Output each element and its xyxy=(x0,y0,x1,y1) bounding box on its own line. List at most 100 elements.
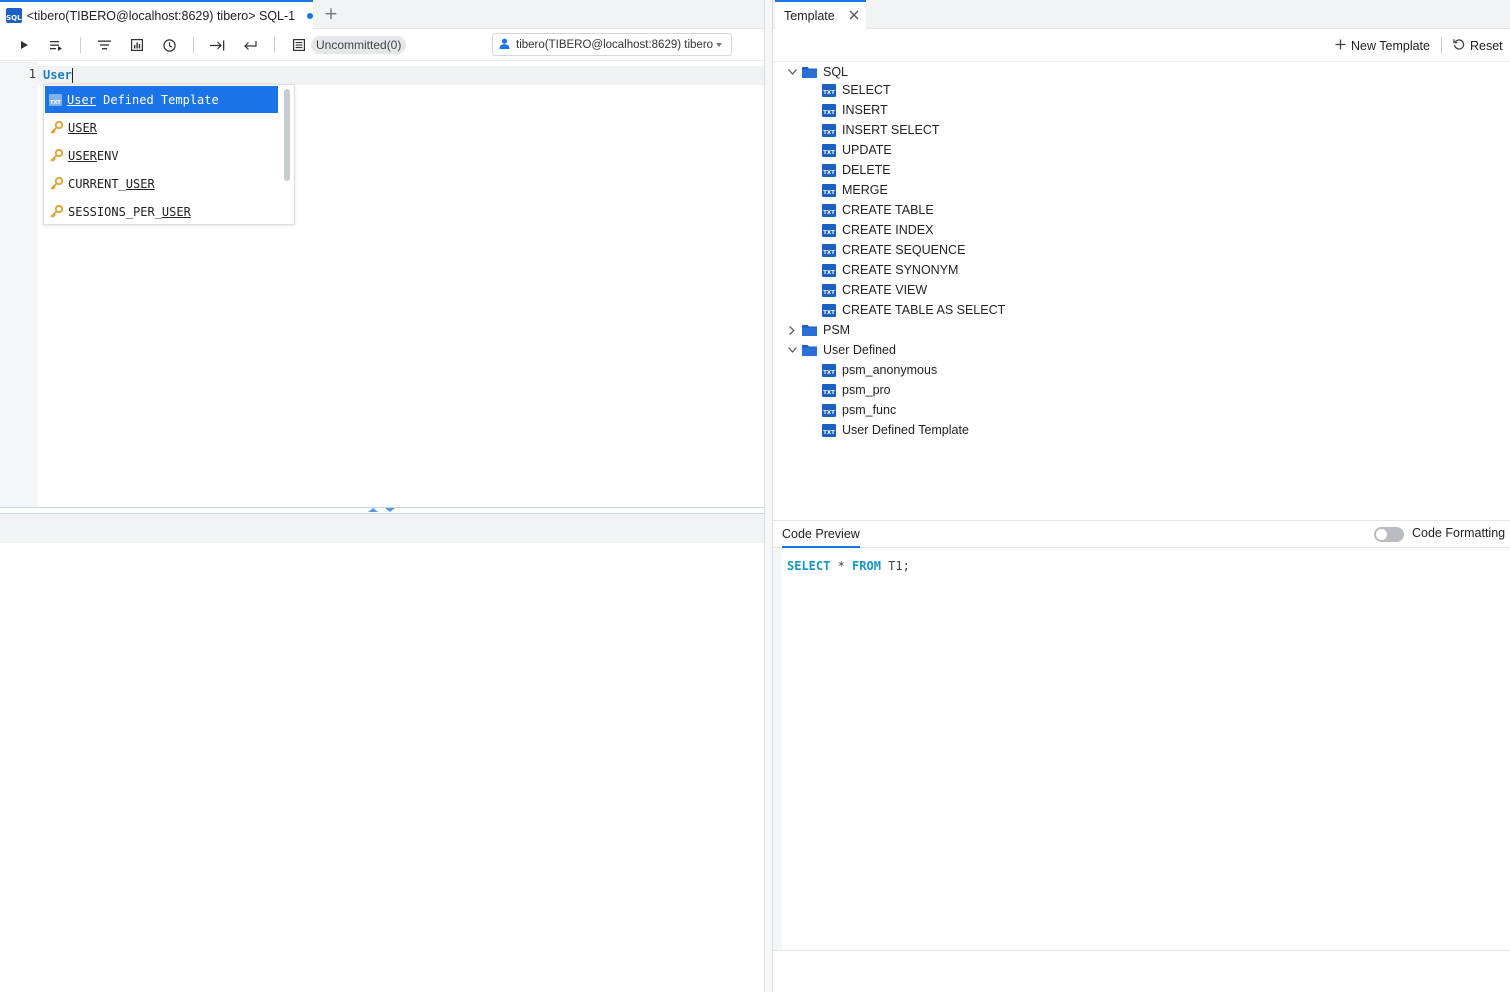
reset-label: Reset xyxy=(1470,38,1503,53)
folder-icon xyxy=(802,344,817,356)
autocomplete-item[interactable]: CURRENT_USER xyxy=(45,170,278,197)
template-txt-icon: TXT xyxy=(49,93,62,106)
tree-item[interactable]: TXT CREATE SYNONYM xyxy=(822,260,958,280)
tree-item[interactable]: TXT SELECT xyxy=(822,80,891,100)
tree-item[interactable]: TXT UPDATE xyxy=(822,140,892,160)
undo-icon[interactable] xyxy=(241,36,259,54)
tab-template[interactable]: Template xyxy=(775,0,866,29)
editor-toolbar: Uncommitted(0) tibero(TIBERO@localhost:8… xyxy=(0,29,764,61)
sql-keyword: SELECT xyxy=(787,559,831,573)
pane-splitter[interactable] xyxy=(764,0,773,992)
tab-label: Template xyxy=(784,8,835,23)
code-formatting-label: Code Formatting xyxy=(1412,526,1506,540)
editor-split-handle[interactable] xyxy=(0,507,764,514)
tab-label: Code Preview xyxy=(782,526,860,541)
txt-file-icon: TXT xyxy=(822,143,836,157)
keyword-key-icon xyxy=(49,177,63,191)
autocomplete-item[interactable]: USER xyxy=(45,114,278,141)
chevron-down-icon[interactable] xyxy=(786,344,798,356)
sql-file-icon: SQL xyxy=(6,8,22,23)
code-preview-panel: Code Preview Code Formatting SELECT * FR… xyxy=(773,520,1510,951)
results-area xyxy=(0,543,764,992)
autocomplete-scrollbar[interactable] xyxy=(284,89,290,181)
toolbar-separator xyxy=(80,37,81,53)
toolbar-separator xyxy=(274,37,275,53)
tree-item[interactable]: TXT CREATE VIEW xyxy=(822,280,927,300)
tree-item[interactable]: TXT CREATE SEQUENCE xyxy=(822,240,965,260)
autocomplete-item[interactable]: SESSIONS_PER_USER xyxy=(45,198,278,225)
autocomplete-rest: Defined Template xyxy=(95,92,219,107)
code-text[interactable]: User xyxy=(43,68,72,82)
tree-item[interactable]: TXT INSERT xyxy=(822,100,888,120)
tree-folder-sql[interactable]: SQL xyxy=(786,62,848,82)
code-formatting-toggle[interactable] xyxy=(1374,527,1404,542)
explain-plan-icon[interactable] xyxy=(128,36,146,54)
autocomplete-item[interactable]: TXT User Defined Template xyxy=(45,86,278,113)
autocomplete-item[interactable]: USERENV xyxy=(45,142,278,169)
keyword-key-icon xyxy=(49,205,63,219)
txt-file-icon: TXT xyxy=(822,403,836,417)
tree-item[interactable]: TXT psm_pro xyxy=(822,380,891,400)
line-number: 1 xyxy=(28,67,36,81)
tree-item[interactable]: TXT psm_anonymous xyxy=(822,360,937,380)
user-icon xyxy=(499,38,510,52)
template-toolbar: New Template Reset xyxy=(773,29,1510,62)
sql-keyword: FROM xyxy=(852,559,881,573)
transaction-icon[interactable] xyxy=(290,36,308,54)
connection-select[interactable]: tibero(TIBERO@localhost:8629) tibero xyxy=(492,33,732,56)
keyword-key-icon xyxy=(49,121,63,135)
txt-file-icon: TXT xyxy=(822,83,836,97)
tab-sql-1[interactable]: SQL <tibero(TIBERO@localhost:8629) tiber… xyxy=(0,0,313,29)
reset-button[interactable]: Reset xyxy=(1453,37,1503,54)
keyword-key-icon xyxy=(49,149,63,163)
run-icon[interactable] xyxy=(15,36,33,54)
plus-icon[interactable]: + xyxy=(322,4,340,24)
uncommitted-badge[interactable]: Uncommitted(0) xyxy=(311,36,407,54)
tab-label: <tibero(TIBERO@localhost:8629) tibero> S… xyxy=(26,8,296,23)
tree-item[interactable]: TXT psm_func xyxy=(822,400,896,420)
collapse-expand-icon[interactable] xyxy=(367,507,397,513)
run-script-icon[interactable] xyxy=(47,36,65,54)
sort-icon[interactable] xyxy=(95,36,113,54)
template-tree: SQL TXT SELECT TXT INSERT TXT INSERT SELECT… xyxy=(773,62,1510,520)
folder-icon xyxy=(802,324,817,336)
new-template-button[interactable]: New Template xyxy=(1335,37,1430,54)
tree-item[interactable]: TXT CREATE TABLE AS SELECT xyxy=(822,300,1005,320)
tree-item[interactable]: TXT MERGE xyxy=(822,180,888,200)
tree-item[interactable]: TXT CREATE INDEX xyxy=(822,220,933,240)
sql-text: T1; xyxy=(880,559,910,573)
txt-file-icon: TXT xyxy=(822,163,836,177)
txt-file-icon: TXT xyxy=(822,223,836,237)
txt-file-icon: TXT xyxy=(822,303,836,317)
tree-folder-user-defined[interactable]: User Defined xyxy=(786,340,896,360)
autocomplete-popup: TXT User Defined Template USER USERENV C… xyxy=(43,84,295,225)
txt-file-icon: TXT xyxy=(822,203,836,217)
editor-tab-bar: SQL <tibero(TIBERO@localhost:8629) tiber… xyxy=(0,0,764,29)
close-icon[interactable] xyxy=(848,9,860,21)
tree-item[interactable]: TXT User Defined Template xyxy=(822,420,969,440)
chevron-right-icon[interactable] xyxy=(786,324,798,336)
template-tab-bar: Template xyxy=(773,0,1510,29)
preview-gutter xyxy=(773,549,782,951)
tree-item[interactable]: TXT CREATE TABLE xyxy=(822,200,934,220)
history-icon[interactable] xyxy=(160,36,178,54)
template-pane: Template New Template Reset SQL TXT SELEC… xyxy=(773,0,1510,992)
unsaved-dot-icon xyxy=(307,12,313,19)
txt-file-icon: TXT xyxy=(822,383,836,397)
autocomplete-match: User xyxy=(67,92,96,107)
tree-folder-label: SQL xyxy=(823,65,849,79)
txt-file-icon: TXT xyxy=(822,123,836,137)
txt-file-icon: TXT xyxy=(822,183,836,197)
code-preview-header: Code Preview Code Formatting xyxy=(773,521,1510,548)
indent-icon[interactable] xyxy=(208,36,226,54)
tab-code-preview[interactable]: Code Preview xyxy=(782,521,860,548)
results-tab-bar xyxy=(0,514,764,543)
toolbar-separator xyxy=(1441,38,1442,54)
tree-folder-label: PSM xyxy=(823,323,851,337)
tree-item[interactable]: TXT DELETE xyxy=(822,160,891,180)
chevron-down-icon[interactable] xyxy=(786,66,798,78)
tree-folder-psm[interactable]: PSM xyxy=(786,320,850,340)
tree-item[interactable]: TXT INSERT SELECT xyxy=(822,120,940,140)
chevron-down-icon xyxy=(716,43,722,47)
sql-text: * xyxy=(830,559,853,573)
